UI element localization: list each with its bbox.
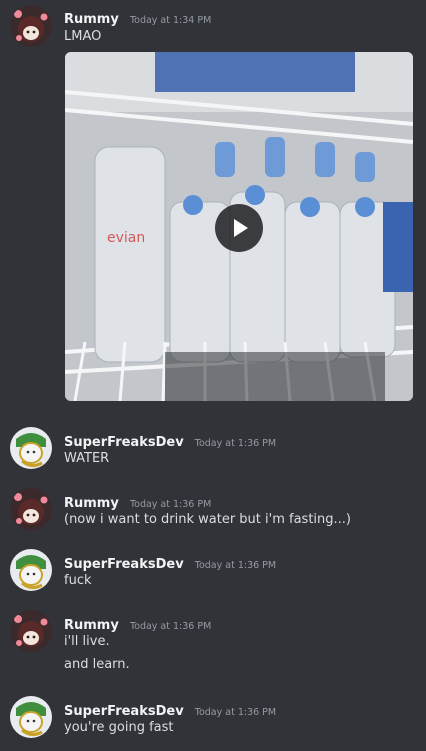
play-button[interactable] xyxy=(215,204,263,252)
username[interactable]: SuperFreaksDev xyxy=(64,704,184,719)
username[interactable]: SuperFreaksDev xyxy=(64,435,184,450)
message-header: Rummy Today at 1:36 PM xyxy=(64,614,211,633)
avatar-rummy[interactable] xyxy=(10,488,52,530)
message-text: fuck xyxy=(64,573,92,588)
message-header: SuperFreaksDev Today at 1:36 PM xyxy=(64,553,276,572)
play-icon xyxy=(234,219,248,237)
message-header: Rummy Today at 1:36 PM xyxy=(64,492,211,511)
timestamp: Today at 1:36 PM xyxy=(129,621,212,632)
avatar-superfreaksdev[interactable] xyxy=(10,427,52,469)
bottle-label: evian xyxy=(107,230,145,246)
timestamp: Today at 1:36 PM xyxy=(129,499,212,510)
message-text: WATER xyxy=(64,451,110,466)
message-header: Rummy Today at 1:34 PM xyxy=(64,8,211,27)
message-text: you're going fast xyxy=(64,720,174,735)
timestamp: Today at 1:36 PM xyxy=(194,438,277,449)
video-embed[interactable]: evian xyxy=(65,52,413,401)
username[interactable]: Rummy xyxy=(64,12,119,27)
timestamp: Today at 1:36 PM xyxy=(194,560,277,571)
username[interactable]: SuperFreaksDev xyxy=(64,557,184,572)
message-text: and learn. xyxy=(64,657,130,672)
message-text: (now i want to drink water but i'm fasti… xyxy=(64,512,351,527)
timestamp: Today at 1:36 PM xyxy=(194,707,277,718)
avatar-superfreaksdev[interactable] xyxy=(10,549,52,591)
message-text: LMAO xyxy=(64,29,102,44)
message-text: i'll live. xyxy=(64,634,110,649)
chat-messages: Rummy Today at 1:34 PM LMAO evian SuperF… xyxy=(0,0,426,751)
message-header: SuperFreaksDev Today at 1:36 PM xyxy=(64,431,276,450)
avatar-rummy[interactable] xyxy=(10,610,52,652)
message-header: SuperFreaksDev Today at 1:36 PM xyxy=(64,700,276,719)
timestamp: Today at 1:34 PM xyxy=(129,15,212,26)
username[interactable]: Rummy xyxy=(64,496,119,511)
avatar-rummy[interactable] xyxy=(10,5,52,47)
avatar-superfreaksdev[interactable] xyxy=(10,696,52,738)
username[interactable]: Rummy xyxy=(64,618,119,633)
